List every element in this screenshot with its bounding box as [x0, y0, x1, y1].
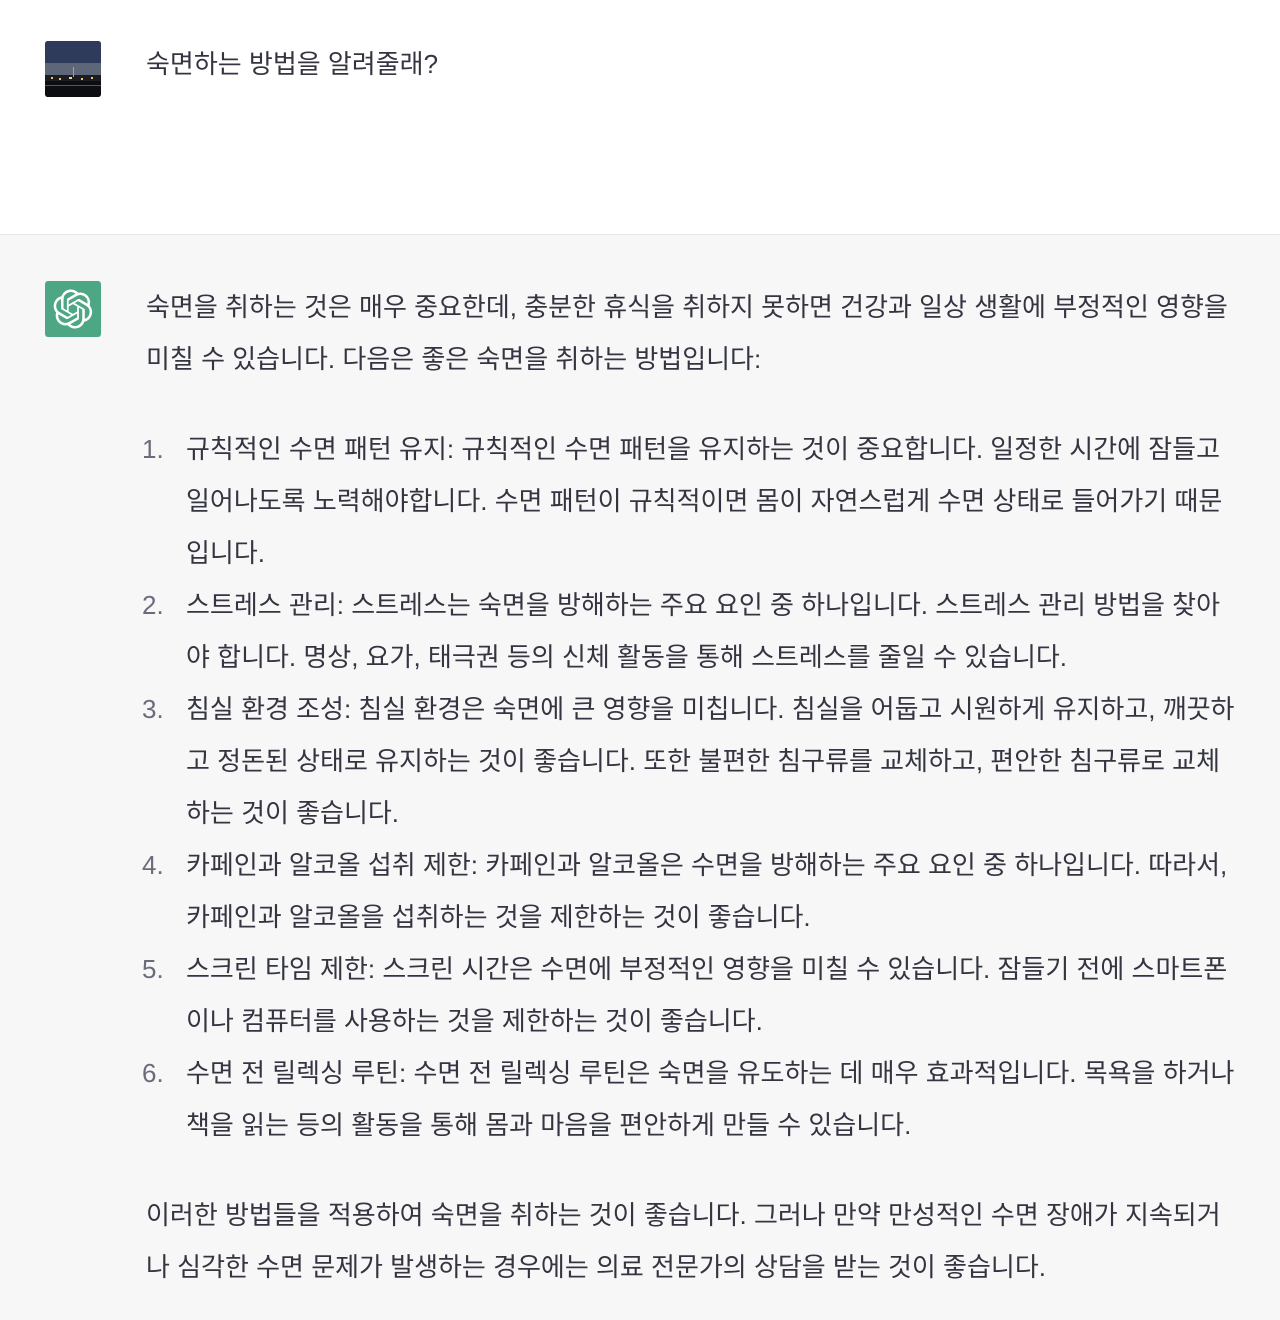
list-item-text: 규칙적인 수면 패턴 유지: 규칙적인 수면 패턴을 유지하는 것이 중요합니다… — [186, 434, 1223, 568]
user-message-text: 숙면하는 방법을 알려줄래? — [146, 49, 439, 79]
list-item: 4. 카페인과 알코올 섭취 제한: 카페인과 알코올은 수면을 방해하는 주요 … — [142, 839, 1236, 943]
list-item-text: 스크린 타임 제한: 스크린 시간은 수면에 부정적인 영향을 미칠 수 있습니… — [186, 954, 1228, 1036]
assistant-outro-paragraph: 이러한 방법들을 적용하여 숙면을 취하는 것이 좋습니다. 그러나 만약 만성… — [146, 1200, 1221, 1282]
list-item: 5. 스크린 타임 제한: 스크린 시간은 수면에 부정적인 영향을 미칠 수 있… — [142, 943, 1236, 1047]
openai-logo-icon — [53, 289, 93, 329]
assistant-message-content: 숙면을 취하는 것은 매우 중요한데, 충분한 휴식을 취하지 못하면 건강과 … — [142, 281, 1236, 1293]
list-item-text: 수면 전 릴렉싱 루틴: 수면 전 릴렉싱 루틴은 숙면을 유도하는 데 매우 … — [186, 1058, 1235, 1140]
list-item-text: 침실 환경 조성: 침실 환경은 숙면에 큰 영향을 미칩니다. 침실을 어둡고… — [186, 694, 1235, 828]
list-item-number: 1. — [142, 434, 164, 464]
user-message-row: 숙면하는 방법을 알려줄래? — [0, 0, 1280, 235]
list-item-text: 스트레스 관리: 스트레스는 숙면을 방해하는 주요 요인 중 하나입니다. 스… — [186, 590, 1221, 672]
list-item: 3. 침실 환경 조성: 침실 환경은 숙면에 큰 영향을 미칩니다. 침실을 어… — [142, 683, 1236, 839]
list-item: 2. 스트레스 관리: 스트레스는 숙면을 방해하는 주요 요인 중 하나입니다.… — [142, 579, 1236, 683]
assistant-message-row: 숙면을 취하는 것은 매우 중요한데, 충분한 휴식을 취하지 못하면 건강과 … — [0, 235, 1280, 1320]
list-item: 1. 규칙적인 수면 패턴 유지: 규칙적인 수면 패턴을 유지하는 것이 중요합… — [142, 423, 1236, 579]
list-item-number: 5. — [142, 954, 164, 984]
list-item: 6. 수면 전 릴렉싱 루틴: 수면 전 릴렉싱 루틴은 숙면을 유도하는 데 매… — [142, 1047, 1236, 1151]
assistant-avatar — [45, 281, 101, 337]
list-item-number: 2. — [142, 590, 164, 620]
list-item-number: 4. — [142, 850, 164, 880]
list-item-number: 3. — [142, 694, 164, 724]
user-avatar — [45, 41, 101, 97]
list-item-text: 카페인과 알코올 섭취 제한: 카페인과 알코올은 수면을 방해하는 주요 요인… — [186, 850, 1228, 932]
list-item-number: 6. — [142, 1058, 164, 1088]
assistant-intro-paragraph: 숙면을 취하는 것은 매우 중요한데, 충분한 휴식을 취하지 못하면 건강과 … — [146, 292, 1228, 374]
user-avatar-photo — [45, 41, 101, 97]
tips-list: 1. 규칙적인 수면 패턴 유지: 규칙적인 수면 패턴을 유지하는 것이 중요합… — [142, 423, 1236, 1151]
